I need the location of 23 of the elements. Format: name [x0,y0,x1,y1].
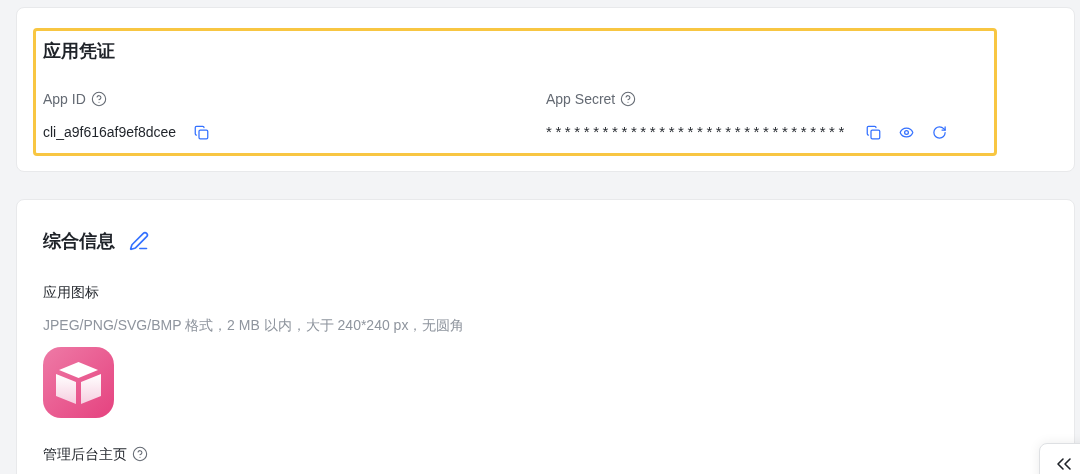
help-icon[interactable] [132,446,148,462]
edit-button[interactable] [129,231,149,251]
copy-icon [866,124,881,140]
section-title: 应用凭证 [43,40,116,63]
field-label: App Secret [546,89,616,109]
help-icon[interactable] [620,91,637,107]
app-icon [43,347,114,418]
section-title: 综合信息 [43,229,115,253]
field-value: ******************************** [546,121,848,142]
copy-button[interactable] [194,124,210,140]
edit-icon [129,231,149,251]
field-value: cli_a9f616af9ef8dcee [43,122,177,142]
help-icon[interactable] [90,91,107,107]
field-label: 管理后台主页 [43,445,127,464]
copy-icon [194,124,210,140]
hint-text: JPEG/PNG/SVG/BMP 格式，2 MB 以内，大于 240*240 px，无圆角 [43,316,466,335]
refresh-button[interactable] [932,124,947,140]
field-label: 应用图标 [43,283,100,302]
field-label: App ID [43,89,86,109]
view-button[interactable] [899,124,914,140]
eye-icon [899,124,914,140]
refresh-icon [932,124,947,140]
copy-button[interactable] [866,124,881,140]
